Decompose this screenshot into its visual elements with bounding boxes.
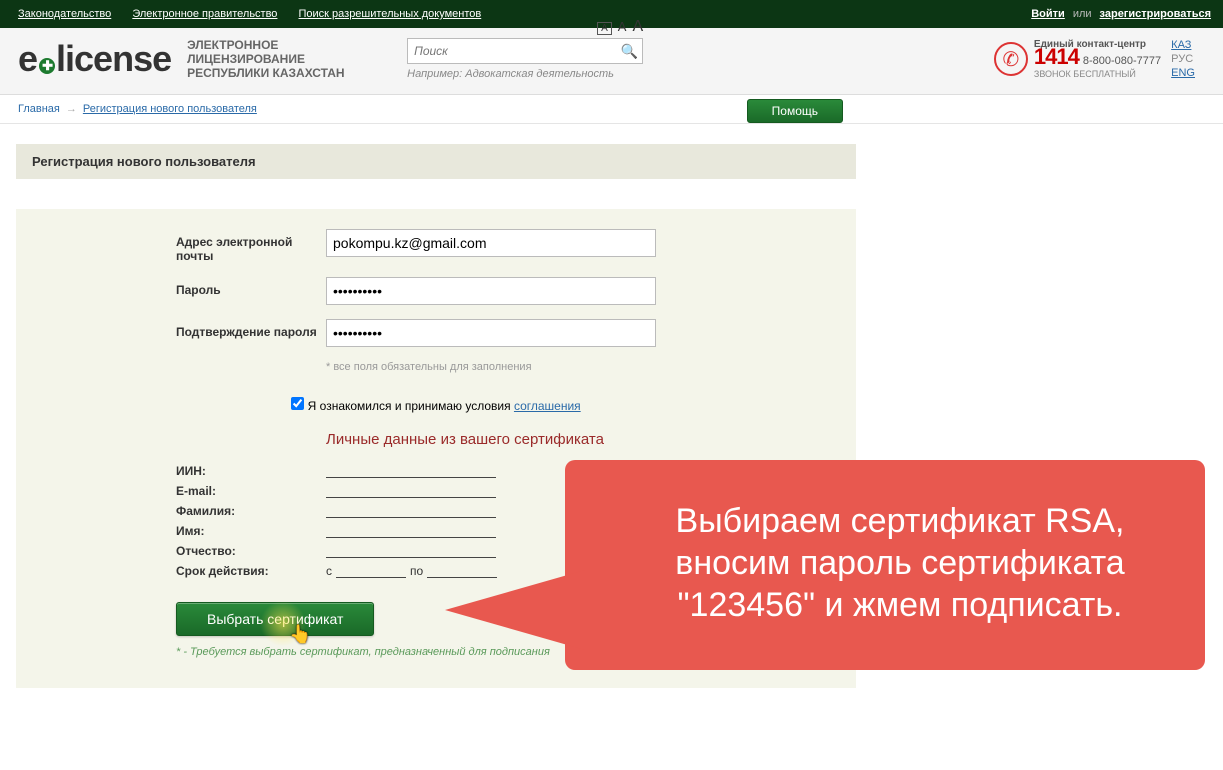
- or-text: или: [1073, 8, 1092, 20]
- email-cert-value: [326, 482, 496, 498]
- term-label: Срок действия:: [176, 564, 326, 578]
- lang-rus[interactable]: РУС: [1171, 52, 1195, 66]
- required-note: * все поля обязательны для заполнения: [326, 361, 846, 373]
- term-from-text: с: [326, 564, 332, 578]
- agree-text: Я ознакомился и принимаю условия: [308, 399, 514, 413]
- font-large[interactable]: A: [632, 18, 643, 36]
- plus-icon: ✚: [39, 58, 55, 74]
- lastname-value: [326, 502, 496, 518]
- site-subtitle: ЭЛЕКТРОННОЕ ЛИЦЕНЗИРОВАНИЕ РЕСПУБЛИКИ КА…: [187, 38, 397, 80]
- font-medium[interactable]: A: [618, 19, 627, 34]
- certificate-section-title: Личные данные из вашего сертификата: [326, 431, 846, 448]
- password-label: Пароль: [26, 277, 326, 297]
- header: e✚license ЭЛЕКТРОННОЕ ЛИЦЕНЗИРОВАНИЕ РЕС…: [0, 28, 1223, 95]
- iin-label: ИИН:: [176, 464, 326, 478]
- site-logo[interactable]: e✚license: [18, 38, 171, 80]
- callout-arrow-icon: [445, 570, 585, 650]
- search-hint: Например: Адвокатская деятельность: [407, 68, 643, 80]
- select-certificate-button[interactable]: Выбрать сертификат 👆: [176, 602, 374, 636]
- topnav-egov[interactable]: Электронное правительство: [132, 8, 277, 20]
- font-size-switcher: A A A: [597, 18, 643, 36]
- breadcrumb-row: Главная → Регистрация нового пользовател…: [0, 95, 1223, 124]
- password-field[interactable]: [326, 277, 656, 305]
- cursor-icon: 👆: [289, 624, 311, 645]
- email-field[interactable]: [326, 229, 656, 257]
- phone-icon: ✆: [994, 42, 1028, 76]
- term-to-text: по: [410, 564, 423, 578]
- search-input[interactable]: [414, 44, 621, 58]
- confirm-password-field[interactable]: [326, 319, 656, 347]
- patronymic-value: [326, 542, 496, 558]
- patronymic-label: Отчество:: [176, 544, 326, 558]
- login-link[interactable]: Войти: [1031, 8, 1065, 20]
- register-link[interactable]: зарегистрироваться: [1100, 8, 1211, 20]
- agree-checkbox[interactable]: [291, 397, 304, 410]
- lang-eng[interactable]: ENG: [1171, 66, 1195, 80]
- name-label: Имя:: [176, 524, 326, 538]
- topnav-law[interactable]: Законодательство: [18, 8, 111, 20]
- name-value: [326, 522, 496, 538]
- email-label: Адрес электронной почты: [26, 229, 326, 263]
- search-box: 🔍: [407, 38, 643, 64]
- page-title: Регистрация нового пользователя: [16, 144, 856, 179]
- chevron-right-icon: →: [66, 103, 77, 115]
- instruction-callout: Выбираем сертификат RSA, вносим пароль с…: [565, 460, 1205, 670]
- help-button[interactable]: Помощь: [747, 99, 843, 123]
- iin-value: [326, 462, 496, 478]
- contact-center: ✆ Единый контакт-центр 14148-800-080-777…: [994, 39, 1161, 80]
- confirm-password-label: Подтверждение пароля: [26, 319, 326, 339]
- breadcrumb-current[interactable]: Регистрация нового пользователя: [83, 103, 257, 115]
- agreement-link[interactable]: соглашения: [514, 399, 581, 413]
- email-cert-label: E-mail:: [176, 484, 326, 498]
- topnav-search-docs[interactable]: Поиск разрешительных документов: [299, 8, 482, 20]
- term-from-value: [336, 562, 406, 578]
- language-switcher: КАЗ РУС ENG: [1171, 38, 1195, 80]
- lang-kaz[interactable]: КАЗ: [1171, 38, 1195, 52]
- breadcrumb-home[interactable]: Главная: [18, 103, 60, 115]
- search-icon[interactable]: 🔍: [621, 43, 638, 60]
- lastname-label: Фамилия:: [176, 504, 326, 518]
- font-small[interactable]: A: [597, 22, 612, 35]
